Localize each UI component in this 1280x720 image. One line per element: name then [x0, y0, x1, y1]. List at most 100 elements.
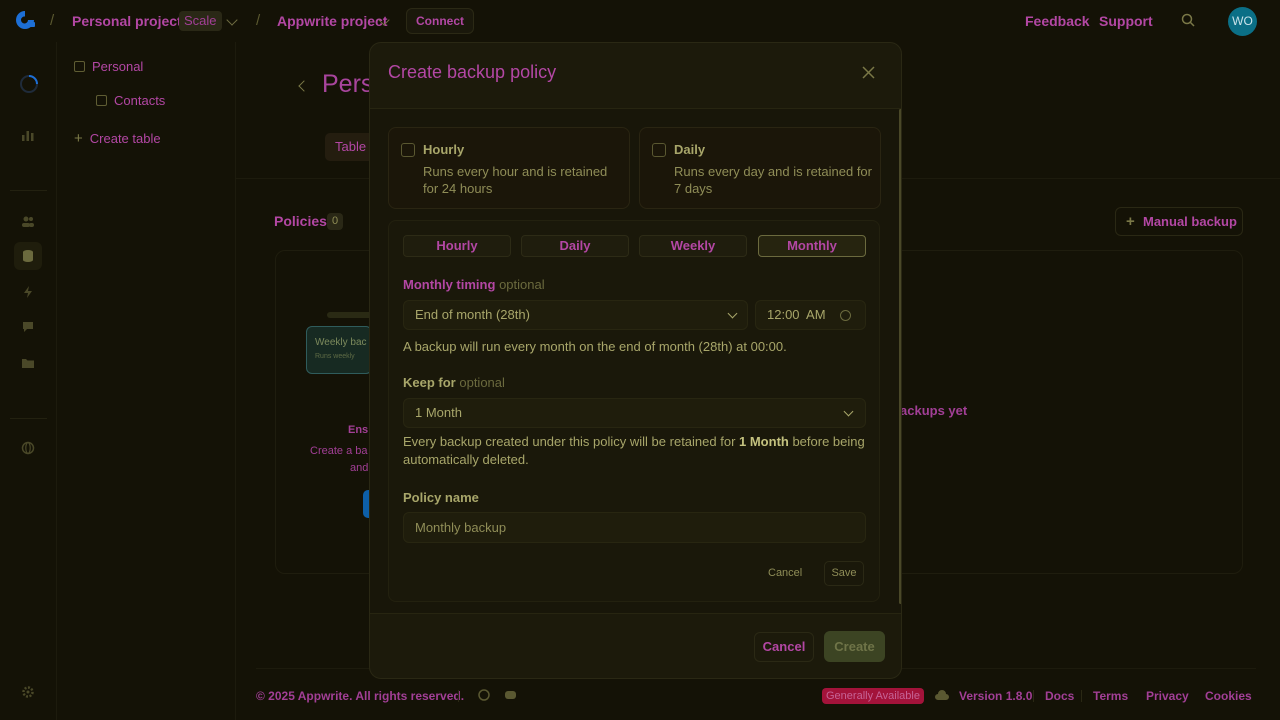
auth-users-icon[interactable]: [21, 214, 35, 228]
discord-icon[interactable]: [504, 690, 517, 700]
functions-bolt-icon[interactable]: [21, 285, 35, 299]
create-button[interactable]: Create: [824, 631, 885, 662]
top-bar: / Personal projects Scale / Appwrite pro…: [0, 0, 1280, 42]
icon-rail: [0, 42, 57, 720]
clock-icon[interactable]: [840, 310, 851, 321]
chevron-down-icon[interactable]: [226, 14, 238, 26]
plus-icon: +: [74, 130, 83, 147]
select-value: End of month (28th): [415, 307, 530, 322]
database-icon: [74, 61, 85, 72]
inner-save-button[interactable]: Save: [824, 561, 864, 586]
database-icon[interactable]: [21, 249, 35, 263]
sites-globe-icon[interactable]: [21, 441, 35, 455]
checkbox[interactable]: [652, 143, 666, 157]
settings-gear-icon[interactable]: [21, 685, 35, 699]
policy-name-label: Policy name: [403, 490, 479, 505]
empty-state-heading: Ens: [348, 424, 369, 436]
project-breadcrumb[interactable]: Appwrite project: [277, 13, 387, 29]
overview-chart-icon[interactable]: [21, 128, 35, 142]
label-text: Keep for: [403, 375, 456, 390]
sidebar-item-label: Personal: [92, 59, 144, 74]
keep-for-label: Keep for optional: [403, 375, 505, 390]
create-table-button[interactable]: + Create table: [74, 130, 161, 147]
manual-backup-button[interactable]: + Manual backup: [1115, 207, 1243, 236]
sidebar-item-label: Contacts: [114, 93, 166, 108]
docs-link[interactable]: Docs: [1045, 689, 1074, 703]
preset-description: Runs every hour and is retained for 24 h…: [423, 164, 608, 196]
connect-button[interactable]: Connect: [406, 8, 474, 34]
tab-tables[interactable]: Table: [325, 133, 375, 161]
policy-name-input[interactable]: Monthly backup: [403, 512, 866, 543]
manual-backup-label: Manual backup: [1143, 214, 1237, 229]
avatar[interactable]: WO: [1228, 7, 1257, 36]
modal-title: Create backup policy: [388, 62, 557, 82]
label-text: Monthly timing: [403, 277, 496, 292]
optional-tag: optional: [499, 277, 545, 292]
preset-card-hourly[interactable]: Hourly Runs every hour and is retained f…: [388, 127, 630, 209]
table-icon: [96, 95, 107, 106]
chevron-down-icon: [843, 406, 854, 417]
copyright-text: © 2025 Appwrite. All rights reserved.: [256, 689, 465, 703]
modal-scrollbar[interactable]: [899, 109, 901, 604]
inner-cancel-button[interactable]: Cancel: [768, 567, 802, 579]
cancel-button[interactable]: Cancel: [754, 632, 814, 662]
segment-daily[interactable]: Daily: [521, 235, 629, 257]
monthly-timing-label: Monthly timing optional: [403, 277, 545, 292]
search-icon[interactable]: [1181, 13, 1195, 27]
back-chevron-icon[interactable]: [298, 80, 310, 92]
illustration-title: Weekly bac: [315, 337, 367, 348]
version-text: Version 1.8.0: [959, 689, 1033, 703]
support-link[interactable]: Support: [1099, 13, 1153, 29]
terms-link[interactable]: Terms: [1093, 689, 1128, 703]
divider: [370, 613, 901, 614]
sidebar-item-table[interactable]: Contacts: [96, 93, 165, 108]
page-title: Pers: [322, 70, 374, 98]
messaging-icon[interactable]: [21, 320, 35, 334]
breadcrumb-separator: /: [50, 12, 55, 29]
storage-folder-icon[interactable]: [21, 356, 35, 370]
loading-spinner-icon: [20, 75, 38, 93]
time-input[interactable]: 12:00 AM: [755, 300, 866, 330]
cookies-link[interactable]: Cookies: [1205, 689, 1252, 703]
help-text: Every backup created under this policy w…: [403, 434, 740, 449]
divider: [10, 418, 47, 419]
time-value: 12:00 AM: [767, 307, 826, 322]
plan-badge: Scale: [179, 11, 222, 31]
status-badge: Generally Available: [822, 688, 924, 704]
segment-hourly[interactable]: Hourly: [403, 235, 511, 257]
preset-card-daily[interactable]: Daily Runs every day and is retained for…: [639, 127, 881, 209]
preset-title: Hourly: [423, 142, 465, 157]
segment-monthly[interactable]: Monthly: [758, 235, 866, 257]
timing-help-text: A backup will run every month on the end…: [403, 339, 787, 354]
policies-heading: Policies: [274, 213, 327, 229]
policies-count-badge: 0: [327, 213, 344, 230]
feedback-link[interactable]: Feedback: [1025, 13, 1090, 29]
database-sidebar: Personal Contacts + Create table: [57, 42, 236, 720]
sidebar-item-database[interactable]: Personal: [74, 59, 143, 74]
chevron-down-icon: [727, 308, 738, 319]
illustration-subtitle: Runs weekly: [315, 353, 355, 360]
select-value: 1 Month: [415, 405, 462, 420]
empty-state-text: and: [350, 462, 369, 474]
org-breadcrumb[interactable]: Personal projects: [72, 13, 190, 29]
keep-for-select[interactable]: 1 Month: [403, 398, 866, 428]
segment-weekly[interactable]: Weekly: [639, 235, 747, 257]
illustration-card: [306, 326, 372, 374]
retention-value: 1 Month: [739, 434, 789, 449]
checkbox[interactable]: [401, 143, 415, 157]
privacy-link[interactable]: Privacy: [1146, 689, 1189, 703]
preset-description: Runs every day and is retained for 7 day…: [674, 164, 872, 196]
divider: [1033, 690, 1034, 702]
github-icon[interactable]: [478, 689, 490, 701]
no-backups-text: ackups yet: [900, 403, 968, 418]
monthly-timing-select[interactable]: End of month (28th): [403, 300, 748, 330]
appwrite-logo-icon[interactable]: [14, 9, 36, 31]
optional-tag: optional: [459, 375, 505, 390]
divider: [10, 190, 47, 191]
divider: [1081, 690, 1082, 702]
plus-icon: +: [1126, 213, 1135, 230]
preset-title: Daily: [674, 142, 706, 157]
illustration-bar: [327, 312, 372, 318]
breadcrumb-separator: /: [256, 12, 261, 29]
close-icon[interactable]: [861, 65, 876, 80]
